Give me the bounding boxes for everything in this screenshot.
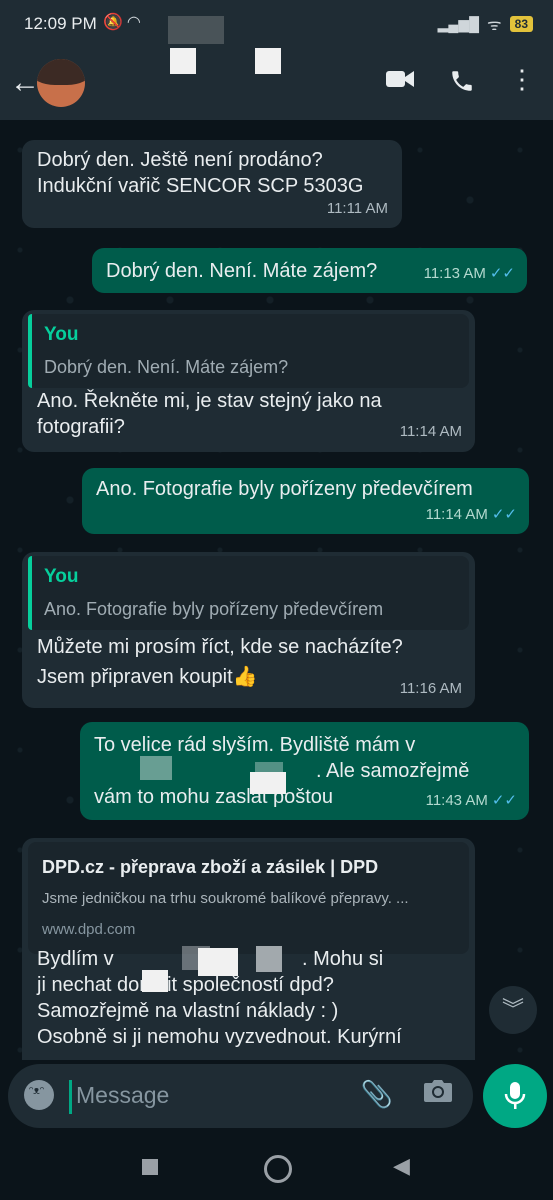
message-time: 11:43 AM [425, 792, 488, 809]
battery-indicator: 83 [509, 16, 533, 32]
quoted-message[interactable]: You Dobrý den. Není. Máte zájem? [28, 314, 469, 388]
video-call-icon[interactable] [385, 68, 415, 90]
message-meta: 11:13 AM ✓✓ [424, 259, 515, 287]
quote-text: Dobrý den. Není. Máte zájem? [44, 357, 289, 377]
message-incoming[interactable]: You Ano. Fotografie byly pořízeny předev… [22, 552, 475, 708]
message-time: 11:16 AM [399, 680, 462, 697]
mic-icon[interactable] [483, 1064, 547, 1128]
message-time: 11:13 AM [423, 265, 486, 282]
message-meta: 11:43 AM ✓✓ [426, 786, 517, 814]
input-bar: Message 📎 [0, 1060, 553, 1135]
censor-block [198, 948, 238, 976]
message-outgoing[interactable]: Dobrý den. Není. Máte zájem? 11:13 AM ✓✓ [92, 248, 527, 293]
message-text: Ano. Fotografie byly pořízeny předevčíre… [96, 478, 473, 500]
censor-block [255, 48, 281, 74]
censor-block [256, 946, 282, 972]
link-url: www.dpd.com [42, 921, 136, 938]
camera-icon[interactable] [423, 1077, 453, 1103]
message-time: 11:14 AM [425, 506, 488, 523]
message-time: 11:11 AM [326, 200, 388, 217]
chat-header: ← ⋮ [0, 48, 553, 120]
quote-author: You [44, 566, 79, 587]
read-ticks-icon: ✓✓ [489, 265, 515, 282]
link-description: Jsme jedničkou na trhu soukromé balíkové… [42, 890, 409, 907]
status-bar: 12:09 PM 🔕◠ ▂▄▆█ ᯤ 83 [0, 0, 553, 48]
system-back-icon[interactable]: ◀ [393, 1153, 410, 1179]
message-incoming[interactable]: You Dobrý den. Není. Máte zájem? Ano. Ře… [22, 310, 475, 452]
message-meta: 11:14 AM ✓✓ [426, 500, 517, 528]
message-outgoing[interactable]: To velice rád slyším. Bydliště mám v . A… [80, 722, 529, 820]
more-vert-icon[interactable]: ⋮ [509, 66, 535, 94]
message-text: Můžete mi prosím říct, kde se nacházíte?… [37, 636, 403, 688]
back-arrow-icon[interactable]: ← [10, 66, 40, 100]
message-text: Ano. Řekněte mi, je stav stejný jako na … [37, 390, 382, 438]
message-incoming[interactable]: DPD.cz - přeprava zboží a zásilek | DPD … [22, 838, 475, 1060]
censor-block [170, 48, 196, 74]
chat-area[interactable]: Dobrý den. Ještě není prodáno? Indukční … [0, 120, 553, 1060]
status-time: 12:09 PM [24, 14, 97, 33]
message-outgoing[interactable]: Ano. Fotografie byly pořízeny předevčíre… [82, 468, 529, 534]
emoji-icon[interactable] [24, 1080, 54, 1110]
censor-block [168, 16, 224, 44]
read-ticks-icon: ✓✓ [491, 792, 517, 809]
message-input[interactable]: Message [76, 1082, 169, 1109]
scroll-down-icon[interactable]: ︾ [489, 986, 537, 1034]
attach-icon[interactable]: 📎 [361, 1079, 393, 1110]
recents-button[interactable] [142, 1159, 158, 1175]
message-text: Dobrý den. Není. Máte zájem? [106, 260, 378, 282]
contact-avatar[interactable] [37, 59, 85, 107]
message-incoming[interactable]: Dobrý den. Ještě není prodáno? Indukční … [22, 140, 402, 228]
text-cursor [69, 1080, 72, 1114]
quoted-message[interactable]: You Ano. Fotografie byly pořízeny předev… [28, 556, 469, 630]
censor-block [250, 772, 286, 794]
link-title: DPD.cz - přeprava zboží a zásilek | DPD [42, 857, 379, 877]
message-text: Bydlím v . Mohu si ji nechat doručit spo… [37, 948, 402, 1048]
read-ticks-icon: ✓✓ [491, 506, 517, 523]
quote-author: You [44, 324, 79, 345]
link-preview[interactable]: DPD.cz - přeprava zboží a zásilek | DPD … [28, 842, 469, 954]
censor-block [140, 756, 172, 780]
signal-icon: ▂▄▆█ [437, 15, 480, 32]
message-text: Dobrý den. Ještě není prodáno? Indukční … [37, 149, 364, 197]
wifi-icon: ᯤ [487, 17, 502, 34]
system-nav-bar: ◀ [0, 1135, 553, 1200]
status-notification-icons: 🔕◠ [103, 14, 145, 31]
censor-block [142, 970, 168, 992]
quote-text: Ano. Fotografie byly pořízeny předevčíre… [44, 599, 384, 619]
home-button[interactable] [264, 1155, 292, 1183]
message-input-box[interactable]: Message 📎 [8, 1064, 473, 1128]
phone-icon[interactable] [449, 68, 475, 94]
message-time: 11:14 AM [399, 423, 462, 440]
status-right-icons: ▂▄▆█ ᯤ 83 [438, 13, 533, 35]
